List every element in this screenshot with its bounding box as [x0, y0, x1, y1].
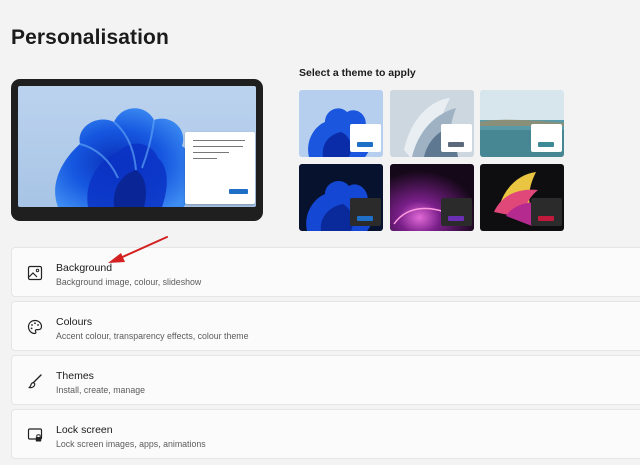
theme-tile-windows-lake[interactable] [480, 90, 564, 157]
theme-tile-windows-dark[interactable] [299, 164, 383, 231]
setting-subtitle: Accent colour, transparency effects, col… [56, 331, 249, 341]
setting-title: Lock screen [56, 424, 113, 436]
palette-icon [27, 319, 43, 335]
setting-title: Themes [56, 370, 94, 382]
setting-title: Colours [56, 316, 93, 328]
page-title: Personalisation [11, 26, 169, 49]
setting-card-themes[interactable]: Themes Install, create, manage [11, 355, 640, 405]
themes-grid [299, 90, 565, 232]
lock-screen-icon [27, 428, 43, 442]
theme-tile-windows-light[interactable] [299, 90, 383, 157]
preview-window [185, 132, 255, 204]
setting-subtitle: Background image, colour, slideshow [56, 277, 202, 287]
preview-window-button [229, 189, 248, 194]
setting-card-background[interactable]: Background Background image, colour, sli… [11, 247, 640, 297]
setting-subtitle: Install, create, manage [56, 385, 145, 395]
setting-title: Background [56, 262, 113, 274]
preview-wallpaper [18, 86, 256, 207]
setting-card-lock-screen[interactable]: Lock screen Lock screen images, apps, an… [11, 409, 640, 459]
brush-icon [28, 374, 42, 389]
setting-subtitle: Lock screen images, apps, animations [56, 439, 206, 449]
themes-label: Select a theme to apply [299, 67, 416, 79]
image-icon [27, 265, 43, 281]
theme-preview [11, 79, 263, 221]
setting-card-colours[interactable]: Colours Accent colour, transparency effe… [11, 301, 640, 351]
theme-tile-windows-flow[interactable] [390, 90, 474, 157]
personalisation-page: Personalisation Select a theme to apply … [0, 0, 640, 465]
theme-tile-captured-motion[interactable] [480, 164, 564, 231]
theme-tile-glow[interactable] [390, 164, 474, 231]
